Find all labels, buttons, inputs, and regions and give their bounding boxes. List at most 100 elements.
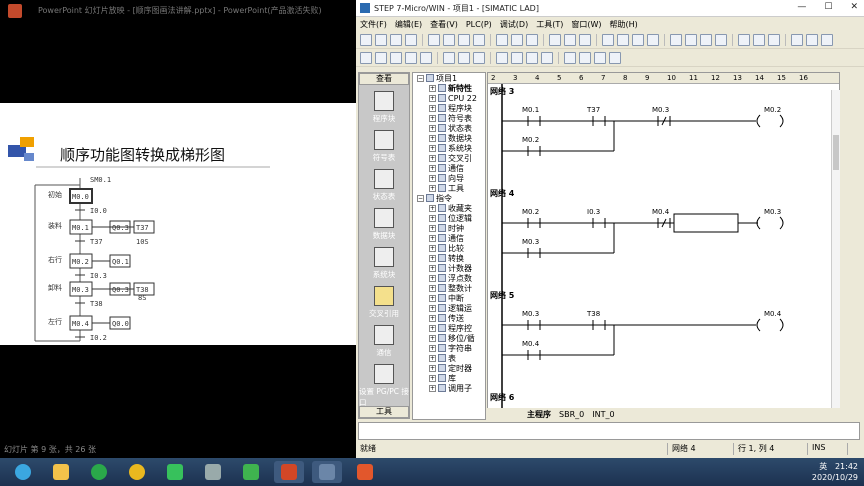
nav-system-block[interactable]: 系统块 xyxy=(359,247,409,280)
toolbar-button-icon[interactable] xyxy=(405,51,417,64)
toolbar-button-icon[interactable] xyxy=(579,51,591,64)
nav-data-block[interactable]: 数据块 xyxy=(359,208,409,241)
toolbar-button-icon[interactable] xyxy=(753,33,765,46)
toolbar-button-icon[interactable] xyxy=(375,51,387,64)
toolbar-button-icon[interactable] xyxy=(715,33,727,46)
tree-item[interactable]: + 数据块 xyxy=(413,133,485,143)
toolbar-button-icon[interactable] xyxy=(526,51,538,64)
menu-plc[interactable]: PLC(P) xyxy=(466,20,492,29)
expand-icon[interactable]: + xyxy=(429,174,436,182)
expand-icon[interactable]: + xyxy=(429,134,436,142)
toolbar-button-icon[interactable] xyxy=(473,51,485,64)
toolbar-button-icon[interactable] xyxy=(496,51,508,64)
tree-item[interactable]: + 收藏夹 xyxy=(413,203,485,213)
expand-icon[interactable]: + xyxy=(429,214,436,222)
close-button[interactable]: ✕ xyxy=(850,2,858,12)
toolbar-button-icon[interactable] xyxy=(458,51,470,64)
expand-icon[interactable]: − xyxy=(417,194,424,202)
tree-item[interactable]: + 程序控 xyxy=(413,323,485,333)
tree-item[interactable]: + 时钟 xyxy=(413,223,485,233)
tree-item[interactable]: + CPU 22 xyxy=(413,93,485,103)
nav-symbol-table[interactable]: 符号表 xyxy=(359,130,409,163)
expand-icon[interactable]: + xyxy=(429,384,436,392)
menu-file[interactable]: 文件(F) xyxy=(360,19,387,30)
menu-view[interactable]: 查看(V) xyxy=(430,19,458,30)
tree-item[interactable]: + 调用子 xyxy=(413,383,485,393)
expand-icon[interactable]: + xyxy=(429,314,436,322)
minimize-button[interactable]: — xyxy=(797,2,806,12)
task-camtasia[interactable] xyxy=(236,461,266,483)
vertical-scrollbar[interactable] xyxy=(831,90,840,420)
toolbar-button-icon[interactable] xyxy=(579,33,591,46)
toolbar-button-icon[interactable] xyxy=(360,33,372,46)
clock-time[interactable]: 21:42 xyxy=(835,462,858,471)
tree-item[interactable]: + 传送 xyxy=(413,313,485,323)
menu-help[interactable]: 帮助(H) xyxy=(610,19,638,30)
maximize-button[interactable]: ☐ xyxy=(824,2,832,12)
toolbar-button-icon[interactable] xyxy=(670,33,682,46)
tree-item[interactable]: + 移位/循 xyxy=(413,333,485,343)
tree-item[interactable]: + 交叉引 xyxy=(413,153,485,163)
expand-icon[interactable]: + xyxy=(429,124,436,132)
nav-communication[interactable]: 通信 xyxy=(359,325,409,358)
toolbar-button-icon[interactable] xyxy=(458,33,470,46)
toolbar-button-icon[interactable] xyxy=(390,33,402,46)
tree-item[interactable]: + 比较 xyxy=(413,243,485,253)
nav-status-table[interactable]: 状态表 xyxy=(359,169,409,202)
task-explorer[interactable] xyxy=(46,461,76,483)
start-button[interactable] xyxy=(8,461,38,483)
expand-icon[interactable]: + xyxy=(429,224,436,232)
expand-icon[interactable]: + xyxy=(429,84,436,92)
tree-item[interactable]: − 指令 xyxy=(413,193,485,203)
output-window[interactable] xyxy=(358,422,860,440)
expand-icon[interactable]: + xyxy=(429,344,436,352)
ime-indicator[interactable]: 英 xyxy=(819,462,827,471)
toolbar-button-icon[interactable] xyxy=(420,51,432,64)
tree-item[interactable]: + 程序块 xyxy=(413,103,485,113)
tree-item[interactable]: + 系统块 xyxy=(413,143,485,153)
tree-item[interactable]: + 逻辑运 xyxy=(413,303,485,313)
expand-icon[interactable]: + xyxy=(429,184,436,192)
task-wechat[interactable] xyxy=(160,461,190,483)
toolbar-button-icon[interactable] xyxy=(617,33,629,46)
expand-icon[interactable]: + xyxy=(429,234,436,242)
expand-icon[interactable]: + xyxy=(429,274,436,282)
tree-item[interactable]: + 中断 xyxy=(413,293,485,303)
toolbar-button-icon[interactable] xyxy=(428,33,440,46)
toolbar-button-icon[interactable] xyxy=(443,33,455,46)
toolbar-button-icon[interactable] xyxy=(768,33,780,46)
scroll-thumb[interactable] xyxy=(833,135,839,170)
expand-icon[interactable]: + xyxy=(429,144,436,152)
menu-window[interactable]: 窗口(W) xyxy=(571,19,601,30)
toolbar-button-icon[interactable] xyxy=(549,33,561,46)
expand-icon[interactable]: + xyxy=(429,324,436,332)
toolbar-button-icon[interactable] xyxy=(375,33,387,46)
tree-item[interactable]: + 转换 xyxy=(413,253,485,263)
tree-item[interactable]: + 符号表 xyxy=(413,113,485,123)
tree-item[interactable]: + 新特性 xyxy=(413,83,485,93)
tree-item[interactable]: + 通信 xyxy=(413,233,485,243)
expand-icon[interactable]: + xyxy=(429,244,436,252)
toolbar-button-icon[interactable] xyxy=(700,33,712,46)
toolbar-button-icon[interactable] xyxy=(594,51,606,64)
tree-item[interactable]: + 向导 xyxy=(413,173,485,183)
expand-icon[interactable]: + xyxy=(429,284,436,292)
toolbar-button-icon[interactable] xyxy=(564,51,576,64)
tree-item[interactable]: + 状态表 xyxy=(413,123,485,133)
expand-icon[interactable]: + xyxy=(429,334,436,342)
expand-icon[interactable]: + xyxy=(429,364,436,372)
tree-item[interactable]: + 计数器 xyxy=(413,263,485,273)
tree-item[interactable]: + 库 xyxy=(413,373,485,383)
toolbar-button-icon[interactable] xyxy=(360,51,372,64)
tab-int0[interactable]: INT_0 xyxy=(592,410,614,419)
tab-main[interactable]: 主程序 xyxy=(527,409,551,420)
expand-icon[interactable]: + xyxy=(429,114,436,122)
menu-debug[interactable]: 调试(D) xyxy=(500,19,528,30)
tab-sbr0[interactable]: SBR_0 xyxy=(559,410,584,419)
tree-item[interactable]: + 位逻辑 xyxy=(413,213,485,223)
tree-item[interactable]: + 浮点数 xyxy=(413,273,485,283)
nav-cross-ref[interactable]: 交叉引用 xyxy=(359,286,409,319)
task-recorder[interactable] xyxy=(350,461,380,483)
toolbar-button-icon[interactable] xyxy=(526,33,538,46)
toolbar-button-icon[interactable] xyxy=(738,33,750,46)
